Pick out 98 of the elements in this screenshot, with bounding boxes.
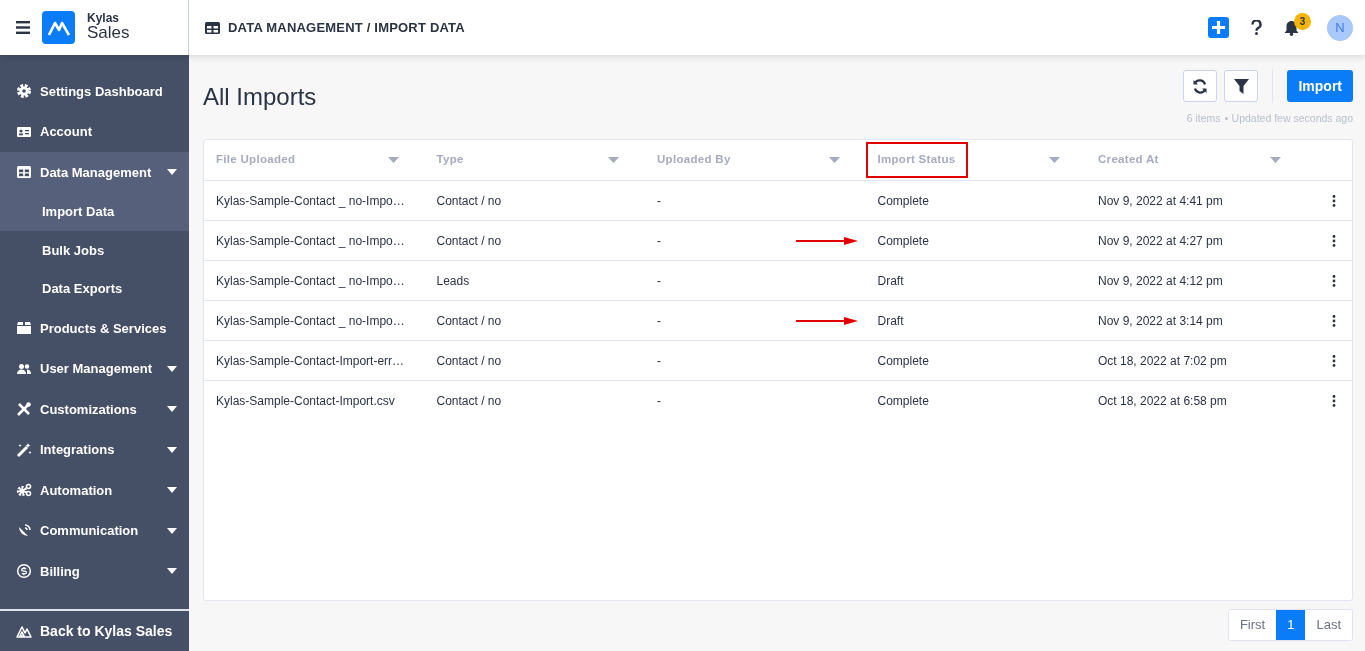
refresh-icon xyxy=(1192,78,1209,94)
table-cell-text: Complete xyxy=(877,192,929,210)
logo-icon xyxy=(16,624,32,638)
sidebar-item-label: Integrations xyxy=(40,441,116,459)
back-link-label: Back to Kylas Sales xyxy=(40,621,173,641)
caret-icon xyxy=(167,446,177,453)
help-icon[interactable] xyxy=(1251,20,1262,35)
more-options-icon[interactable] xyxy=(1332,354,1336,367)
import-button[interactable]: Import xyxy=(1287,70,1353,102)
annotation-arrow xyxy=(795,236,858,245)
tools-icon xyxy=(16,401,32,418)
table-cell-text: - xyxy=(657,352,661,370)
table-cell-text: Contact / no xyxy=(436,192,502,210)
satellite-dish-icon xyxy=(16,522,32,539)
table-cell-text: Kylas-Sample-Contact _ no-Impo… xyxy=(216,312,405,330)
table-cell-text: Oct 18, 2022 at 7:02 pm xyxy=(1098,352,1227,370)
sidebar-subitem[interactable]: Import Data xyxy=(0,192,189,231)
table-cell-text: - xyxy=(657,192,661,210)
table-cell-text: Nov 9, 2022 at 4:41 pm xyxy=(1098,192,1223,210)
table-cell-text: Contact / no xyxy=(436,232,502,250)
gears-icon xyxy=(16,482,32,499)
magic-wand-icon xyxy=(16,441,32,458)
sidebar-item[interactable]: Billing xyxy=(0,551,189,592)
table-cell-text: - xyxy=(657,312,661,330)
more-options-icon[interactable] xyxy=(1332,234,1336,247)
table-cell-text: Contact / no xyxy=(436,392,502,410)
sidebar-item[interactable]: Customizations xyxy=(0,389,189,430)
caret-icon xyxy=(167,487,177,494)
sidebar-item-label: Communication xyxy=(40,522,140,540)
table-cell-text: - xyxy=(657,232,661,250)
sidebar-item[interactable]: Account xyxy=(0,111,189,152)
sidebar-item-label: Billing xyxy=(40,562,81,581)
sidebar-item-label: User Management xyxy=(40,360,153,378)
sidebar-item-label: Settings Dashboard xyxy=(40,82,164,101)
caret-icon xyxy=(167,527,177,534)
updated-time: Updated few seconds ago xyxy=(1231,111,1353,126)
table-cell-text: Contact / no xyxy=(436,352,502,370)
notification-count: 3 xyxy=(1294,12,1311,30)
brand-name: Kylas xyxy=(87,12,120,25)
table-cell-text: Kylas-Sample-Contact-Import.csv xyxy=(216,392,395,410)
caret-icon xyxy=(167,568,177,575)
sidebar-item[interactable]: Settings Dashboard xyxy=(0,71,189,112)
sidebar-item-label: Automation xyxy=(40,481,114,500)
table-icon xyxy=(205,21,220,34)
table-cell-text: Contact / no xyxy=(436,312,502,330)
table-icon xyxy=(16,164,32,181)
table-cell-text: Kylas-Sample-Contact _ no-Impo… xyxy=(216,272,405,290)
sidebar-item-label: Customizations xyxy=(40,400,138,419)
items-count: 6 items xyxy=(1186,111,1221,126)
table-cell-text: Kylas-Sample-Contact _ no-Impo… xyxy=(216,232,405,250)
add-icon[interactable] xyxy=(1208,17,1229,38)
table-cell-text: Kylas-Sample-Contact-Import-err… xyxy=(216,352,405,370)
table-cell-text: Nov 9, 2022 at 4:12 pm xyxy=(1098,272,1223,290)
more-options-icon[interactable] xyxy=(1332,314,1336,327)
caret-icon xyxy=(167,406,177,413)
pagination-button[interactable]: 1 xyxy=(1276,610,1306,640)
table-cell-text: Leads xyxy=(436,272,470,290)
table-cell-text: Draft xyxy=(877,312,904,330)
filter-button[interactable] xyxy=(1224,70,1259,102)
caret-icon xyxy=(167,365,177,372)
sidebar-subitem[interactable]: Bulk Jobs xyxy=(0,231,189,270)
menu-icon[interactable] xyxy=(16,21,30,34)
table-cell-text: Nov 9, 2022 at 3:14 pm xyxy=(1098,312,1223,330)
sidebar-item[interactable]: Communication xyxy=(0,510,189,551)
table-cell-text: Oct 18, 2022 at 6:58 pm xyxy=(1098,392,1227,410)
sidebar-item-label: Products & Services xyxy=(40,319,168,338)
sidebar-item-label: Account xyxy=(40,123,93,141)
gear-icon xyxy=(16,83,32,100)
refresh-button[interactable] xyxy=(1183,70,1218,102)
table-cell-text: Complete xyxy=(877,232,929,250)
product-name: Sales xyxy=(87,24,130,43)
sidebar-item[interactable]: Data Management xyxy=(0,152,189,193)
page-title: All Imports xyxy=(203,83,317,112)
more-options-icon[interactable] xyxy=(1332,194,1336,207)
table-cell-text: Kylas-Sample-Contact _ no-Impo… xyxy=(216,192,405,210)
table-cell-text: Complete xyxy=(877,352,929,370)
sidebar-item[interactable]: Integrations xyxy=(0,429,189,470)
annotation-arrow xyxy=(795,316,858,325)
sidebar-item[interactable]: Products & Services xyxy=(0,308,189,349)
app-logo xyxy=(42,11,75,44)
more-options-icon[interactable] xyxy=(1332,394,1336,407)
sidebar-subitem[interactable]: Data Exports xyxy=(0,269,189,308)
breadcrumb: DATA MANAGEMENT / IMPORT DATA xyxy=(228,18,465,37)
sidebar-item-label: Data Management xyxy=(40,163,153,182)
back-link[interactable]: Back to Kylas Sales xyxy=(0,609,189,651)
more-options-icon[interactable] xyxy=(1332,274,1336,287)
coin-icon xyxy=(16,563,32,580)
sidebar-item[interactable]: Automation xyxy=(0,470,189,511)
table-cell-text: - xyxy=(657,272,661,290)
filter-icon xyxy=(1233,78,1249,94)
box-icon xyxy=(16,320,32,337)
table-cell-text: Complete xyxy=(877,392,929,410)
table-cell-text: Draft xyxy=(877,272,904,290)
sidebar-item[interactable]: User Management xyxy=(0,348,189,389)
table-cell-text: Nov 9, 2022 at 4:27 pm xyxy=(1098,232,1223,250)
table-cell-text: - xyxy=(657,392,661,410)
bell-icon[interactable] xyxy=(1284,19,1299,36)
caret-icon xyxy=(167,169,177,176)
